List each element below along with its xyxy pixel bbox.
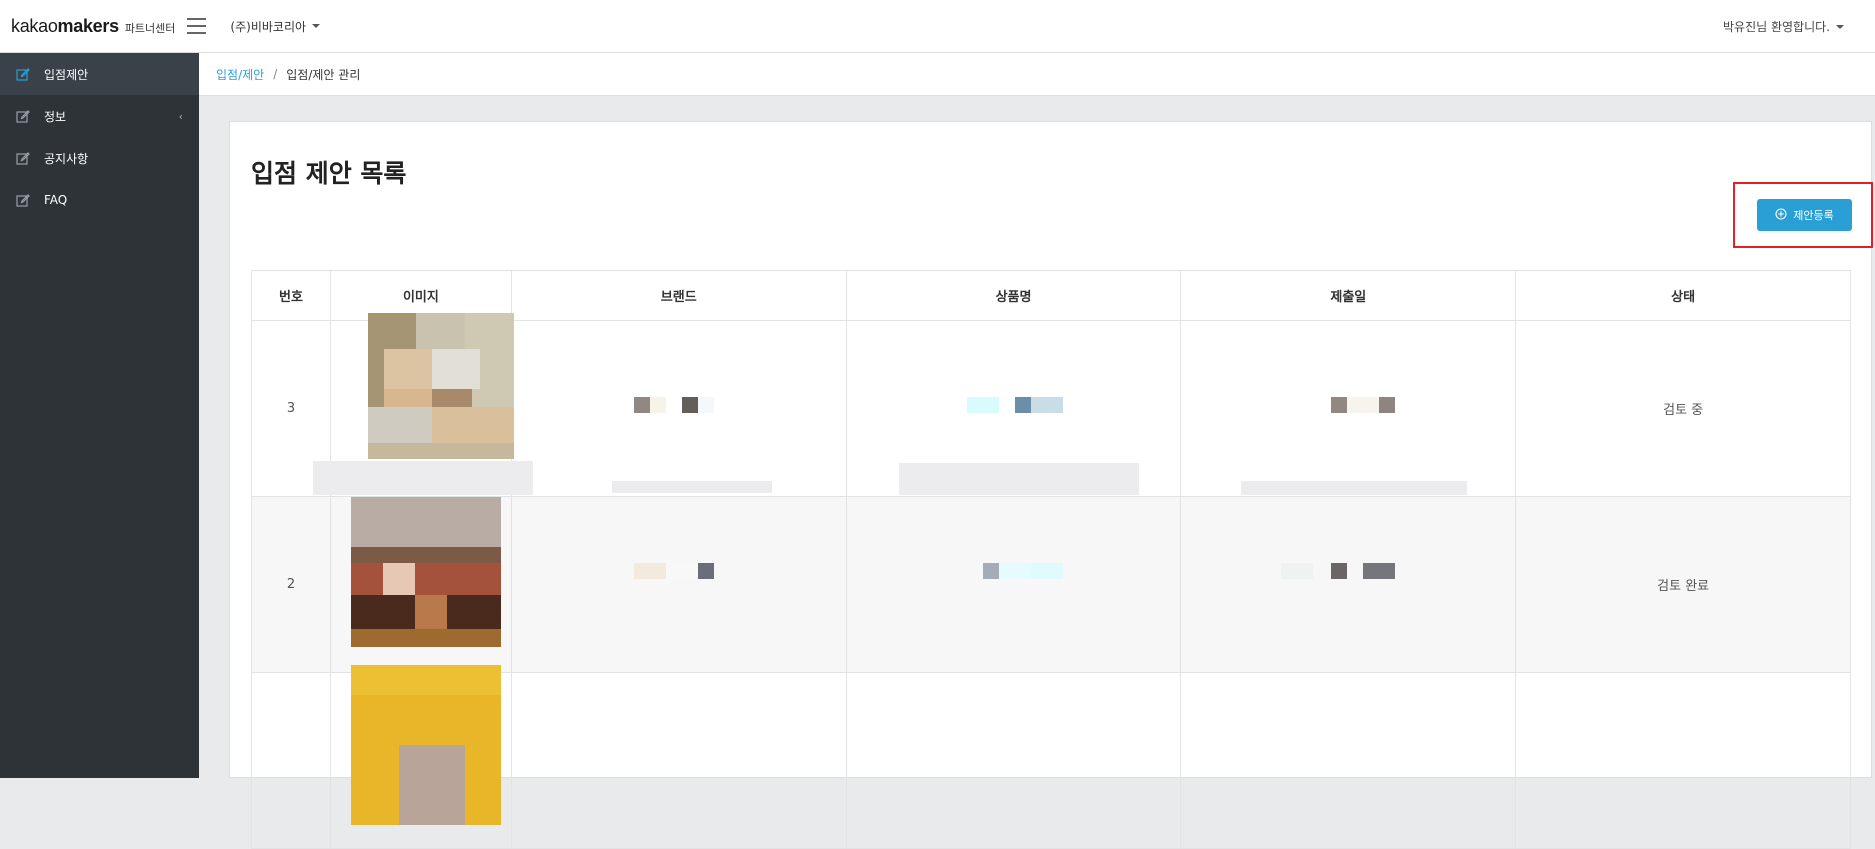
product-thumbnail xyxy=(367,313,514,459)
company-selector[interactable]: (주)비바코리아 xyxy=(230,18,321,35)
breadcrumb-parent-link[interactable]: 입점/제안 xyxy=(216,66,264,83)
sidebar-item-notice[interactable]: 공지사항 xyxy=(0,137,199,179)
column-header-status[interactable]: 상태 xyxy=(1516,271,1852,320)
product-thumbnail xyxy=(350,665,501,825)
logo[interactable]: kakaomakers 파트너센터 xyxy=(11,16,175,37)
brand-cell xyxy=(512,673,847,848)
caret-down-icon xyxy=(1836,24,1844,29)
status-cell xyxy=(1516,673,1852,848)
caret-down-icon xyxy=(312,24,321,28)
brand-cell xyxy=(512,497,847,672)
sidebar-item-info[interactable]: 정보 ‹ xyxy=(0,95,199,137)
product-name-cell xyxy=(847,673,1182,848)
status-cell: 검토 완료 xyxy=(1516,497,1852,672)
sidebar-item-label: 입점제안 xyxy=(44,67,89,82)
hamburger-menu-icon[interactable] xyxy=(187,18,207,34)
status-cell: 검토 중 xyxy=(1516,321,1852,496)
submit-date-cell xyxy=(1181,321,1517,496)
sidebar-item-label: FAQ xyxy=(44,193,68,207)
edit-icon xyxy=(16,193,30,207)
sidebar-item-faq[interactable]: FAQ xyxy=(0,179,199,221)
table-row[interactable]: 2 검토 완료 xyxy=(252,497,1852,673)
row-number xyxy=(252,673,331,848)
submit-date-cell xyxy=(1181,497,1517,672)
edit-icon xyxy=(16,109,30,123)
breadcrumb-current: 입점/제안 관리 xyxy=(286,67,361,82)
submit-date-cell xyxy=(1181,673,1517,848)
table-row[interactable]: 3 검토 중 xyxy=(252,313,1852,497)
logo-text: kakaomakers xyxy=(11,15,119,36)
sidebar-item-proposal[interactable]: 입점제안 xyxy=(0,53,199,95)
company-name: (주)비바코리아 xyxy=(230,19,307,34)
sidebar: 입점제안 정보 ‹ 공지사항 FAQ xyxy=(0,53,199,778)
chevron-left-icon: ‹ xyxy=(178,110,183,123)
brand-cell xyxy=(512,321,847,496)
product-thumbnail xyxy=(350,497,501,647)
row-number: 2 xyxy=(252,497,331,672)
column-header-number[interactable]: 번호 xyxy=(252,271,331,320)
column-header-date[interactable]: 제출일 xyxy=(1181,271,1517,320)
edit-icon xyxy=(16,67,30,81)
page-title: 입점 제안 목록 xyxy=(251,159,407,188)
column-header-product[interactable]: 상품명 xyxy=(847,271,1182,320)
column-header-brand[interactable]: 브랜드 xyxy=(512,271,847,320)
add-proposal-label: 제안등록 xyxy=(1793,209,1834,222)
plus-circle-icon xyxy=(1775,207,1787,223)
top-bar: kakaomakers 파트너센터 (주)비바코리아 박유진님 환영합니다. xyxy=(0,0,1875,53)
product-image-cell[interactable] xyxy=(312,313,533,496)
product-image-cell[interactable] xyxy=(331,497,512,672)
logo-subtitle: 파트너센터 xyxy=(124,21,176,35)
welcome-text: 박유진님 환영합니다. xyxy=(1723,20,1830,34)
sidebar-item-label: 정보 xyxy=(44,109,67,124)
breadcrumb-separator: / xyxy=(273,67,278,81)
product-name-cell xyxy=(847,497,1182,672)
content-card: 입점 제안 목록 제안등록 번호 이미지 브랜드 상품명 제출일 상태 3 검토… xyxy=(229,121,1873,849)
sidebar-item-label: 공지사항 xyxy=(44,151,89,166)
table-row[interactable] xyxy=(252,665,1852,849)
user-menu[interactable]: 박유진님 환영합니다. xyxy=(1723,18,1844,35)
product-image-cell[interactable] xyxy=(331,665,512,848)
edit-icon xyxy=(16,151,30,165)
product-name-cell xyxy=(847,321,1182,496)
proposal-table: 번호 이미지 브랜드 상품명 제출일 상태 3 검토 중 2 검토 완료 xyxy=(251,270,1852,849)
add-proposal-button[interactable]: 제안등록 xyxy=(1757,199,1852,231)
breadcrumb: 입점/제안 / 입점/제안 관리 xyxy=(199,53,1875,96)
